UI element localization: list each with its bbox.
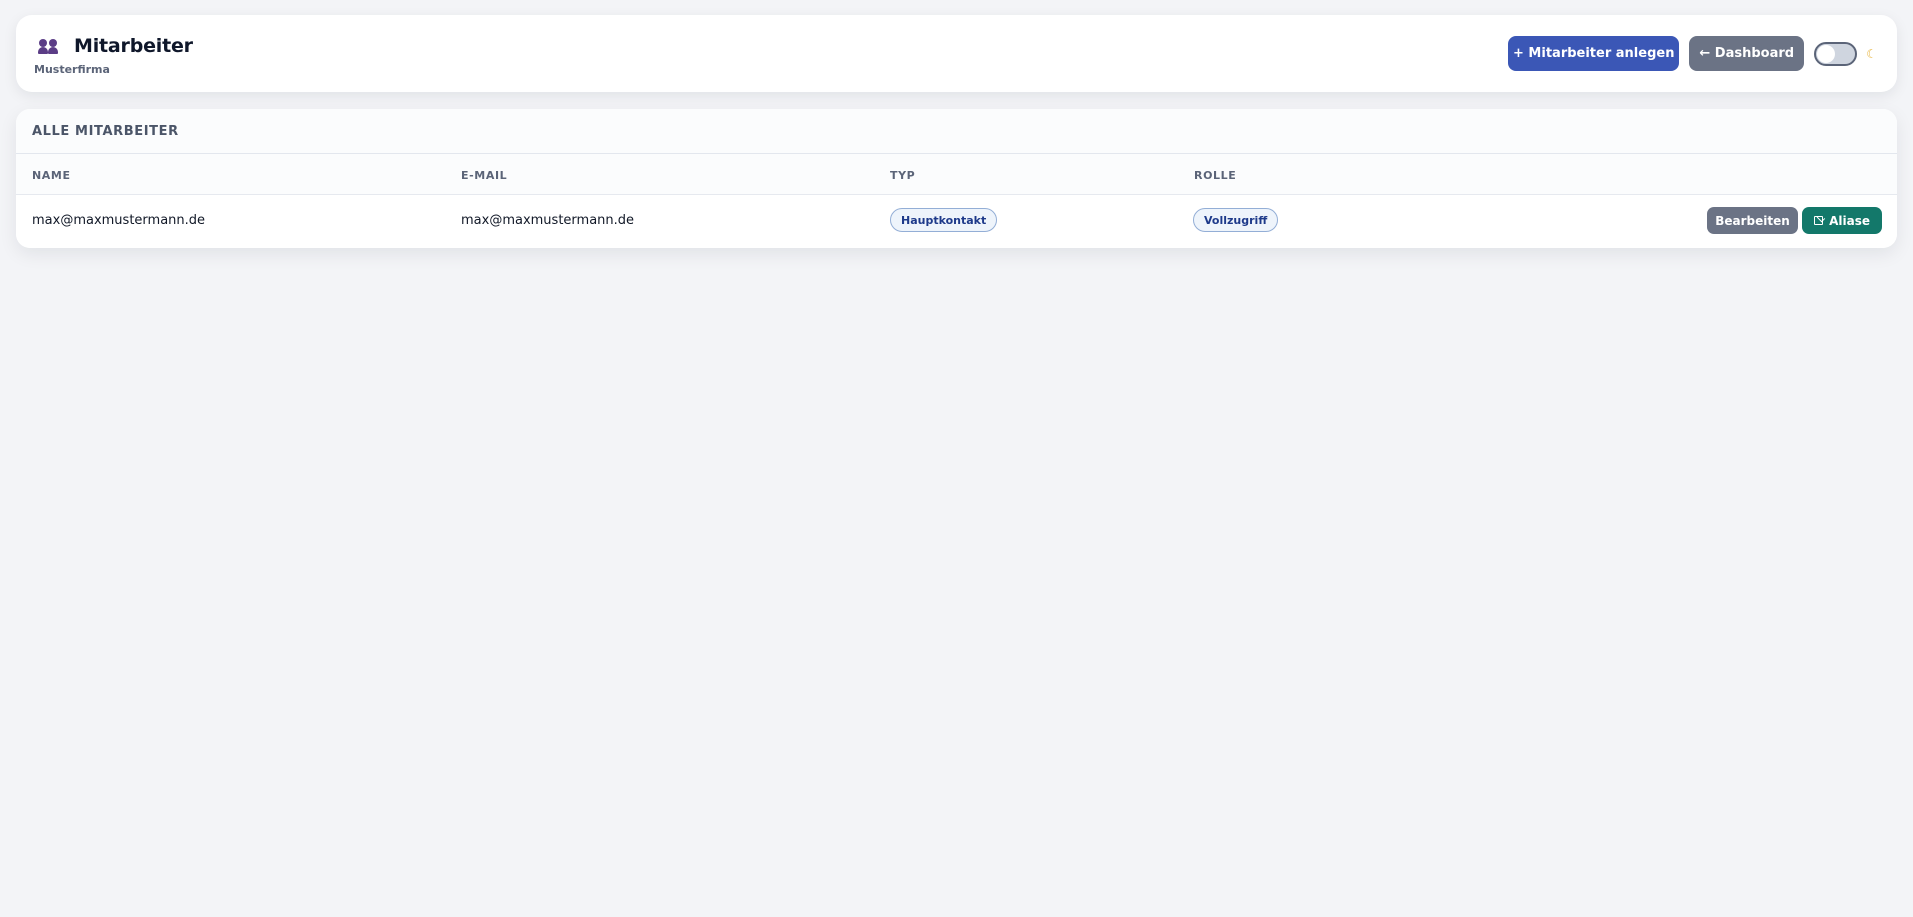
employee-name: max@maxmustermann.de	[32, 213, 206, 228]
dashboard-button[interactable]: ← Dashboard	[1689, 36, 1805, 71]
table-header: NAME E-MAIL TYP ROLLE	[16, 154, 1897, 195]
add-employee-button[interactable]: + Mitarbeiter anlegen	[1508, 36, 1680, 71]
type-badge: Hauptkontakt	[890, 208, 998, 232]
mail-icon	[1814, 216, 1824, 225]
user-body-right	[48, 47, 58, 54]
column-header-name: NAME	[32, 169, 71, 182]
employee-email: max@maxmustermann.de	[461, 213, 635, 228]
aliases-button-label: Aliase	[1829, 213, 1870, 228]
column-header-email: E-MAIL	[461, 169, 508, 182]
theme-toggle[interactable]	[1814, 41, 1858, 66]
user-head-right	[49, 39, 57, 47]
edit-button[interactable]: Bearbeiten	[1707, 207, 1798, 234]
column-header-type: TYP	[890, 169, 916, 182]
table-title: ALLE MITARBEITER	[16, 109, 1897, 154]
table-row: max@maxmustermann.de max@maxmustermann.d…	[16, 195, 1897, 248]
moon-icon: ☾	[1866, 46, 1877, 61]
role-badge: Vollzugriff	[1193, 208, 1279, 232]
company-name: Musterfirma	[34, 63, 110, 76]
column-header-role: ROLLE	[1194, 169, 1237, 182]
users-icon	[36, 36, 62, 56]
aliases-button[interactable]: Aliase	[1802, 207, 1882, 234]
page-title: Mitarbeiter	[74, 35, 193, 57]
row-actions: Bearbeiten Aliase	[1707, 207, 1882, 234]
toggle-knob	[1817, 44, 1836, 63]
user-head-left	[39, 39, 47, 47]
page-header: Mitarbeiter Musterfirma + Mitarbeiter an…	[16, 15, 1897, 92]
employees-table-card: ALLE MITARBEITER NAME E-MAIL TYP ROLLE m…	[16, 109, 1897, 248]
header-actions: + Mitarbeiter anlegen ← Dashboard ☾	[1508, 36, 1877, 71]
title-row: Mitarbeiter	[36, 35, 193, 57]
user-body-left	[38, 47, 48, 54]
